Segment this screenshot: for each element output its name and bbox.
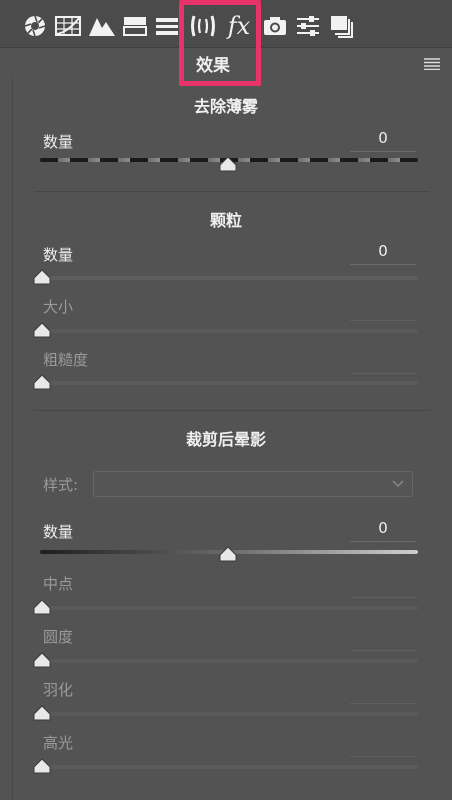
vignette-feather-label: 羽化 <box>43 681 74 699</box>
detail-icon[interactable] <box>152 11 182 41</box>
vignette-highlights-value <box>350 734 416 757</box>
divider <box>34 410 430 411</box>
grain-roughness-slider <box>40 381 418 385</box>
vignette-highlights-label: 高光 <box>43 734 74 752</box>
panel-menu-icon[interactable] <box>424 55 440 71</box>
dehaze-amount-value[interactable]: 0 <box>350 129 416 152</box>
grain-amount-label: 数量 <box>43 246 74 264</box>
vignette-style-label: 样式: <box>43 476 79 494</box>
camera-icon[interactable] <box>260 11 290 41</box>
grain-size-slider <box>40 329 418 333</box>
grain-amount-thumb[interactable] <box>33 269 51 285</box>
aperture-icon[interactable] <box>20 11 50 41</box>
vignette-roundness-label: 圆度 <box>43 628 74 646</box>
grain-amount-slider[interactable] <box>40 276 418 280</box>
vignette-roundness-thumb <box>33 652 51 668</box>
vignette-midpoint-value <box>350 575 416 598</box>
vignette-amount-thumb[interactable] <box>219 546 237 562</box>
vignette-midpoint-thumb <box>33 599 51 615</box>
vignette-roundness-slider <box>40 659 418 663</box>
grain-roughness-value <box>350 351 416 374</box>
grain-size-thumb <box>33 322 51 338</box>
vignette-title: 裁剪后晕影 <box>185 430 266 449</box>
vignette-amount-value[interactable]: 0 <box>350 519 416 542</box>
dehaze-amount-label: 数量 <box>43 133 74 151</box>
vignette-midpoint-slider <box>40 606 418 610</box>
vignette-amount-label: 数量 <box>43 523 74 541</box>
mountains-icon[interactable] <box>87 11 117 41</box>
vignette-highlights-slider <box>40 765 418 769</box>
grain-size-value <box>350 298 416 321</box>
vignette-feather-thumb <box>33 705 51 721</box>
vignette-roundness-value <box>350 628 416 651</box>
active-tab-label: 效果 <box>196 56 230 76</box>
chevron-down-icon <box>392 480 404 488</box>
divider <box>34 191 430 192</box>
grain-size-label: 大小 <box>43 298 74 316</box>
vignette-midpoint-label: 中点 <box>43 575 74 593</box>
grain-roughness-thumb <box>33 374 51 390</box>
grain-amount-value[interactable]: 0 <box>350 242 416 265</box>
sliders-icon[interactable] <box>293 11 323 41</box>
dehaze-amount-thumb[interactable] <box>219 156 237 172</box>
presets-icon[interactable] <box>327 11 357 41</box>
grid-curve-icon[interactable] <box>53 11 83 41</box>
vignette-highlights-thumb <box>33 758 51 774</box>
vignette-feather-slider <box>40 712 418 716</box>
vignette-style-select <box>93 471 413 497</box>
grain-roughness-label: 粗糙度 <box>43 351 89 369</box>
split-toning-icon[interactable] <box>120 11 150 41</box>
grain-title: 颗粒 <box>209 211 242 230</box>
dehaze-title: 去除薄雾 <box>193 97 258 116</box>
vignette-feather-value <box>350 681 416 704</box>
